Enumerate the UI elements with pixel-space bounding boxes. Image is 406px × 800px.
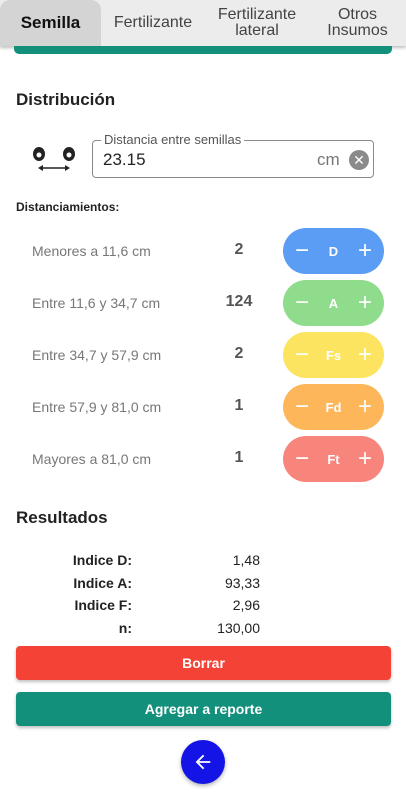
result-row: Indice A: 93,33 (16, 575, 376, 598)
previous-button-edge (14, 46, 392, 54)
spacing-label: Entre 57,9 y 81,0 cm (32, 399, 162, 415)
stepper-code: Fd (325, 399, 342, 415)
spacing-label: Entre 11,6 y 34,7 cm (32, 295, 161, 311)
arrow-left-icon (195, 754, 211, 770)
seed-distance-icon (33, 147, 75, 171)
spacing-count: 2 (234, 241, 244, 258)
increment-button[interactable]: + (358, 291, 372, 315)
tab-fertilizante[interactable]: Fertilizante (101, 0, 205, 46)
spacing-row-fs: Entre 34,7 y 57,9 cm 2 − Fs + (0, 332, 406, 380)
increment-button[interactable]: + (358, 239, 372, 263)
result-value: 1,48 (232, 552, 260, 568)
stepper-code: D (328, 243, 339, 259)
result-value: 2,96 (232, 597, 260, 613)
increment-button[interactable]: + (358, 343, 372, 367)
spacing-count: 1 (234, 449, 244, 466)
spacing-count: 1 (234, 397, 244, 414)
decrement-button[interactable]: − (295, 447, 309, 471)
stepper-fs: − Fs + (283, 332, 384, 378)
spacing-label: Mayores a 81,0 cm (32, 451, 152, 467)
result-row: Indice F: 2,96 (16, 597, 376, 620)
seed-distance-label: Distancia entre semillas (101, 132, 245, 148)
stepper-fd: − Fd + (283, 384, 384, 430)
spacing-label: Menores a 11,6 cm (32, 243, 151, 259)
spacing-row-fd: Entre 57,9 y 81,0 cm 1 − Fd + (0, 384, 406, 432)
decrement-button[interactable]: − (295, 395, 309, 419)
seed-distance-field[interactable]: Distancia entre semillas 23.15 cm ✕ (92, 132, 374, 178)
tab-label-line2: Insumos (327, 22, 388, 39)
decrement-button[interactable]: − (295, 291, 309, 315)
decrement-button[interactable]: − (295, 343, 309, 367)
stepper-d: − D + (283, 228, 384, 274)
spacing-count: 2 (234, 345, 244, 362)
tab-semilla[interactable]: Semilla (0, 0, 101, 46)
add-to-report-button[interactable]: Agregar a reporte (16, 692, 391, 726)
spacing-row-d: Menores a 11,6 cm 2 − D + (0, 228, 406, 276)
stepper-code: Ft (327, 451, 340, 467)
stepper-ft: − Ft + (283, 436, 384, 482)
tab-fertilizante-lateral[interactable]: Fertilizante lateral (205, 0, 309, 46)
clear-button[interactable]: Borrar (16, 646, 391, 680)
tab-label-line1: Otros (337, 6, 378, 23)
result-label: Indice A: (73, 574, 132, 591)
results-title: Resultados (16, 508, 108, 527)
tab-label-line1: Fertilizante (217, 6, 297, 23)
spacing-row-a: Entre 11,6 y 34,7 cm 124 − A + (0, 280, 406, 328)
seed-distance-unit: cm (317, 150, 340, 169)
result-label: Indice F: (74, 597, 132, 613)
tab-bar: Semilla Fertilizante Fertilizante lateral… (0, 0, 406, 46)
tab-label-line2: lateral (235, 22, 279, 39)
result-label: n: (118, 619, 132, 636)
result-row: Indice D: 1,48 (16, 552, 376, 575)
result-value: 130,00 (217, 619, 260, 636)
result-label: Indice D: (72, 552, 132, 568)
result-value: 93,33 (224, 574, 260, 591)
spacing-count: 124 (225, 293, 253, 310)
distribution-title: Distribución (16, 90, 116, 109)
spacing-row-ft: Mayores a 81,0 cm 1 − Ft + (0, 436, 406, 484)
stepper-code: Fs (325, 347, 342, 363)
clear-circle-icon[interactable]: ✕ (349, 150, 369, 170)
stepper-code: A (328, 295, 339, 311)
increment-button[interactable]: + (358, 447, 372, 471)
spacing-label: Entre 34,7 y 57,9 cm (32, 347, 162, 363)
decrement-button[interactable]: − (295, 239, 309, 263)
result-row: n: 130,00 (16, 620, 376, 643)
back-button[interactable] (181, 740, 225, 784)
spacings-title: Distanciamientos: (16, 200, 120, 214)
results-table: Indice D: 1,48 Indice A: 93,33 Indice F:… (16, 552, 376, 642)
increment-button[interactable]: + (358, 395, 372, 419)
seed-distance-value[interactable]: 23.15 (103, 150, 146, 170)
stepper-a: − A + (283, 280, 384, 326)
tab-otros-insumos[interactable]: Otros Insumos (309, 0, 406, 46)
